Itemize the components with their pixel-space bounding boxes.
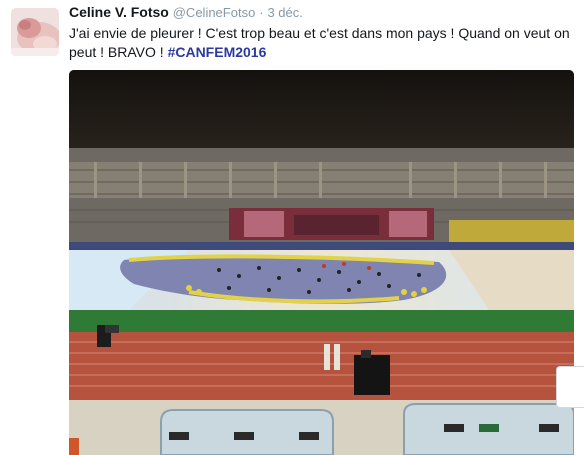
separator-dot: · [259,5,264,20]
hashtag-link[interactable]: #CANFEM2016 [168,44,267,60]
tweet-media[interactable] [69,70,574,455]
tweet-text: J'ai envie de pleurer ! C'est trop beau … [69,24,574,62]
timestamp[interactable]: 3 déc. [267,5,302,20]
baby-hand-photo-icon [11,8,59,56]
tweet-header: Celine V. Fotso @CelineFotso · 3 déc. [69,4,303,20]
side-panel-tab[interactable] [556,366,584,408]
stadium-ceremony-photo-icon [69,70,574,455]
display-name[interactable]: Celine V. Fotso [69,4,169,20]
tweet-body: J'ai envie de pleurer ! C'est trop beau … [69,25,570,60]
avatar[interactable] [11,8,59,56]
user-handle[interactable]: @CelineFotso [173,5,256,20]
